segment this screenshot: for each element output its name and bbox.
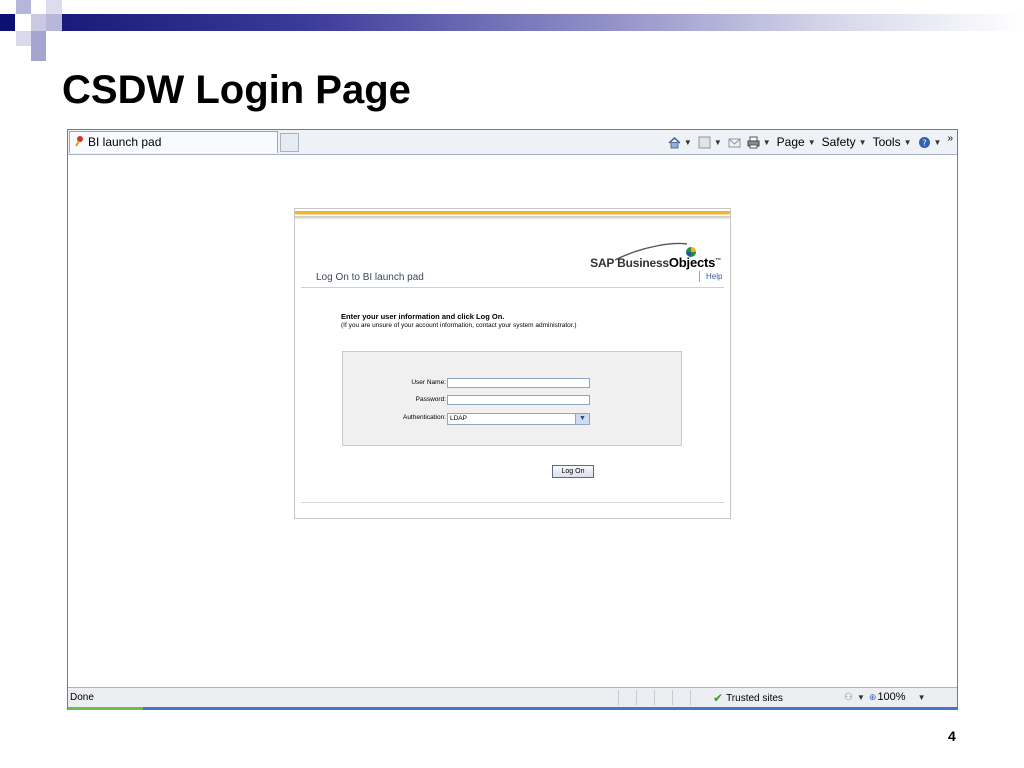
chevron-down-icon[interactable]: ▼	[857, 693, 865, 702]
logo-bold: Objects	[668, 255, 716, 270]
chevron-down-icon: ▼	[807, 137, 816, 147]
decor-square	[31, 31, 46, 61]
mail-icon	[728, 138, 741, 147]
new-tab-button[interactable]	[280, 133, 299, 152]
password-label: Password:	[415, 396, 446, 403]
username-label: User Name:	[411, 379, 446, 386]
status-bar: Done ✔ Trusted sites ⚇ ▼ ⊕ 100% ▼	[68, 687, 957, 710]
sap-favicon-icon	[75, 136, 83, 147]
log-on-button[interactable]: Log On	[552, 465, 594, 478]
feeds-icon	[698, 136, 711, 148]
safety-menu[interactable]: Safety ▼	[822, 135, 867, 149]
page-menu-label: Page	[776, 135, 805, 149]
authentication-value: LDAP	[450, 415, 467, 422]
security-zone-label: Trusted sites	[726, 692, 783, 704]
tab-title: BI launch pad	[88, 135, 162, 149]
decor-square	[16, 0, 31, 14]
decor-square	[46, 0, 62, 14]
home-button[interactable]: ▼	[668, 136, 692, 149]
decor-square	[0, 14, 15, 31]
print-icon	[747, 136, 760, 148]
decor-square	[46, 14, 62, 31]
page-viewport: SAP BusinessObjects™ Log On to BI launch…	[68, 155, 957, 687]
chevron-down-icon: ▼	[762, 137, 771, 147]
browser-window: BI launch pad ▼ ▼ ▼ Page ▼ Safety ▼ Tool…	[67, 129, 958, 710]
overflow-chevron-icon: »	[947, 132, 953, 144]
safety-menu-label: Safety	[821, 135, 856, 149]
status-cells	[618, 690, 708, 705]
password-input[interactable]	[447, 395, 590, 405]
tab-bi-launch-pad[interactable]: BI launch pad	[69, 131, 278, 153]
help-link[interactable]: Help	[706, 272, 722, 281]
header-stripe	[295, 211, 730, 219]
help-icon: ?	[918, 136, 930, 148]
divider	[699, 271, 700, 282]
overflow-button[interactable]: »	[947, 133, 953, 144]
username-input[interactable]	[447, 378, 590, 388]
tools-menu[interactable]: Tools ▼	[873, 135, 912, 149]
login-panel: SAP BusinessObjects™ Log On to BI launch…	[294, 208, 731, 519]
chevron-down-icon[interactable]: ▼	[918, 693, 926, 702]
divider	[301, 287, 724, 288]
chevron-down-icon: ▼	[858, 137, 867, 147]
page-menu[interactable]: Page ▼	[777, 135, 816, 149]
instruction-subtext: (If you are unsure of your account infor…	[341, 322, 577, 329]
divider	[301, 502, 724, 503]
authentication-select[interactable]: LDAP ▼	[447, 413, 590, 425]
chevron-down-icon: ▼	[713, 137, 722, 147]
help-menu[interactable]: ? ▼	[918, 136, 942, 149]
feeds-button[interactable]: ▼	[698, 136, 722, 149]
security-zone[interactable]: ✔ Trusted sites	[713, 691, 783, 705]
authentication-label: Authentication:	[402, 414, 446, 421]
slide-header-bar	[62, 14, 1024, 31]
logo-prefix: SAP Business	[590, 256, 669, 270]
protected-mode-icon[interactable]: ⚇	[844, 692, 853, 703]
decor-square	[16, 31, 31, 46]
decor-square	[31, 14, 46, 31]
print-button[interactable]: ▼	[747, 136, 771, 149]
checkmark-icon: ✔	[713, 691, 724, 705]
logo-tm: ™	[715, 258, 721, 264]
mail-button[interactable]	[728, 136, 741, 149]
chevron-down-icon: ▼	[933, 137, 942, 147]
zoom-control[interactable]: ⊕ 100%	[869, 691, 906, 703]
page-number: 4	[948, 728, 956, 744]
slide-title: CSDW Login Page	[62, 68, 411, 112]
chevron-down-icon: ▼	[903, 137, 912, 147]
tools-menu-label: Tools	[872, 135, 901, 149]
command-bar: ▼ ▼ ▼ Page ▼ Safety ▼ Tools ▼ ? ▼ »	[668, 133, 953, 151]
zoom-icon: ⊕	[868, 691, 877, 702]
zoom-level: 100%	[877, 691, 906, 703]
progress-bar	[68, 707, 957, 710]
tab-bar: BI launch pad ▼ ▼ ▼ Page ▼ Safety ▼ Tool…	[68, 130, 957, 155]
svg-text:?: ?	[922, 138, 926, 147]
chevron-down-icon[interactable]: ▼	[575, 414, 589, 424]
home-icon	[668, 136, 681, 148]
instruction-text: Enter your user information and click Lo…	[341, 312, 505, 321]
progress-fill	[68, 707, 143, 710]
chevron-down-icon: ▼	[683, 137, 692, 147]
sap-businessobjects-logo: SAP BusinessObjects™	[585, 242, 725, 272]
status-text: Done	[70, 692, 94, 703]
page-heading: Log On to BI launch pad	[316, 272, 424, 283]
login-form: User Name: Password: Authentication: LDA…	[342, 351, 682, 446]
